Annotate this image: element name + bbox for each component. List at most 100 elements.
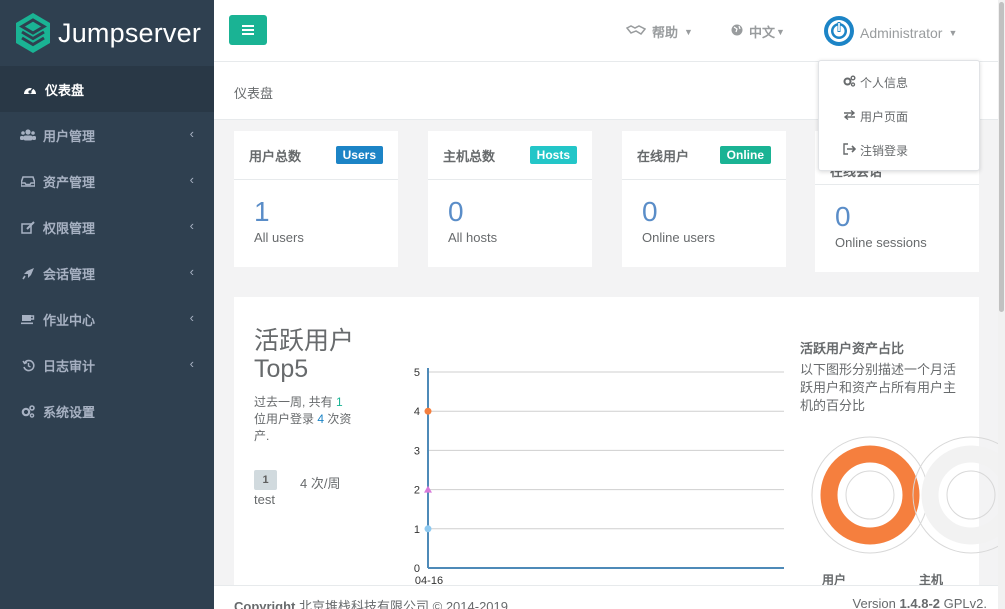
- username-label: Administrator: [860, 24, 943, 41]
- card-value: 1: [254, 196, 270, 227]
- caret-down-icon: ▼: [684, 26, 693, 37]
- scrollbar-thumb[interactable]: [999, 2, 1004, 312]
- sidebar-item-sessions[interactable]: 会话管理 ‹: [0, 250, 214, 296]
- panel-title: 活跃用户Top5: [254, 327, 355, 383]
- rocket-icon: [20, 267, 36, 280]
- chevron-left-icon: ‹: [189, 264, 194, 279]
- inbox-icon: [20, 175, 36, 187]
- user-menu[interactable]: Administrator ▼: [824, 16, 957, 49]
- chevron-left-icon: ‹: [189, 218, 194, 233]
- data-point: [424, 525, 432, 533]
- rank-count: 4 次/周: [300, 476, 341, 491]
- language-label: 中文: [749, 25, 776, 40]
- dropdown-item-label: 个人信息: [860, 75, 909, 90]
- desc-users-count: 1: [336, 395, 343, 409]
- language-menu[interactable]: 中文 ▼: [731, 22, 785, 41]
- desc-mid: 位用户登录: [254, 412, 315, 426]
- footer-version: Version 1.4.8-2 GPLv2.: [853, 596, 987, 609]
- copyright-text: 北京堆栈科技有限公司 © 2014-2019: [299, 599, 508, 609]
- chevron-left-icon: ‹: [189, 310, 194, 325]
- card-title: 在线用户: [637, 148, 690, 164]
- card-value: 0: [835, 201, 851, 232]
- bars-icon: [242, 23, 254, 38]
- sidebar-item-settings[interactable]: 系统设置: [0, 388, 214, 434]
- status-badge: Users: [335, 146, 383, 164]
- sidebar-item-assets[interactable]: 资产管理 ‹: [0, 158, 214, 204]
- sidebar-item-users[interactable]: 用户管理 ‹: [0, 112, 214, 158]
- card-value: 0: [642, 196, 658, 227]
- edit-icon: [20, 220, 36, 234]
- sidebar-item-label: 用户管理: [43, 128, 96, 144]
- stat-card-users: 用户总数 Users 1 All users: [234, 131, 398, 267]
- sidebar-item-permissions[interactable]: 权限管理 ‹: [0, 204, 214, 250]
- top-navbar: 帮助 ▼ 中文 ▼ Administrator ▼: [214, 0, 1005, 62]
- page-footer: Copyright 北京堆栈科技有限公司 © 2014-2019 Version…: [214, 585, 1005, 609]
- sidebar-toggle-button[interactable]: [229, 15, 267, 45]
- caret-down-icon: ▼: [776, 26, 785, 37]
- coffee-icon: [20, 313, 36, 325]
- cogs-icon: [20, 404, 36, 418]
- desc-prefix: 过去一周, 共有: [254, 395, 333, 409]
- brand-logo[interactable]: Jumpserver: [0, 0, 214, 66]
- y-tick-label: 3: [414, 445, 420, 457]
- jumpserver-logo-icon: [16, 13, 50, 53]
- dropdown-item-label: 注销登录: [860, 143, 909, 158]
- globe-icon: [731, 24, 743, 39]
- activity-line-chart: 01234504-16: [414, 367, 784, 587]
- sidebar-item-audit[interactable]: 日志审计 ‹: [0, 342, 214, 388]
- card-subtitle: All hosts: [448, 230, 498, 245]
- user-dropdown-menu: 个人信息 用户页面 注销登录: [818, 60, 980, 171]
- sidebar-item-label: 日志审计: [43, 358, 96, 374]
- stat-card-hosts: 主机总数 Hosts 0 All hosts: [428, 131, 592, 267]
- active-users-panel: 活跃用户Top5 过去一周, 共有 1 位用户登录 4 次资产. 1 4 次/周…: [234, 297, 999, 587]
- panel-description: 过去一周, 共有 1 位用户登录 4 次资产.: [254, 394, 354, 445]
- y-tick-label: 2: [414, 485, 420, 497]
- copyright-label: Copyright: [234, 599, 296, 609]
- help-menu[interactable]: 帮助 ▼: [625, 22, 693, 41]
- sidebar-item-label: 作业中心: [43, 312, 96, 328]
- users-icon: [20, 129, 36, 141]
- version-number: 1.4.8-2: [899, 596, 941, 609]
- status-badge: Online: [719, 146, 771, 164]
- card-title: 主机总数: [443, 148, 496, 164]
- pie-description: 以下图形分别描述一个月活跃用户和资产占所有用户主机的百分比: [800, 362, 957, 413]
- card-subtitle: Online users: [642, 230, 715, 245]
- sidebar: Jumpserver 仪表盘 用户管理 ‹ 资产管理 ‹ 权限管理 ‹ 会话管理…: [0, 0, 214, 609]
- sign-out-icon: [843, 142, 857, 158]
- dropdown-item-user-page[interactable]: 用户页面: [819, 99, 979, 133]
- desc-assets-count: 4: [317, 412, 325, 426]
- brand-name: Jumpserver: [58, 17, 202, 48]
- sidebar-item-jobs[interactable]: 作业中心 ‹: [0, 296, 214, 342]
- pie-title: 活跃用户资产占比: [800, 341, 905, 356]
- dropdown-item-profile[interactable]: 个人信息: [819, 65, 979, 99]
- card-subtitle: All users: [254, 230, 304, 245]
- caret-down-icon: ▼: [948, 27, 958, 38]
- status-badge: Hosts: [529, 146, 577, 164]
- license-label: GPLv2.: [943, 596, 987, 609]
- data-point: [424, 407, 432, 415]
- dropdown-item-logout[interactable]: 注销登录: [819, 133, 979, 167]
- sidebar-item-label: 仪表盘: [45, 82, 85, 98]
- card-value: 0: [448, 196, 464, 227]
- exchange-icon: [843, 109, 856, 123]
- dashboard-icon: [22, 83, 38, 95]
- chevron-left-icon: ‹: [189, 126, 194, 141]
- chevron-left-icon: ‹: [189, 172, 194, 187]
- y-tick-label: 0: [414, 563, 420, 575]
- avatar: [824, 16, 854, 49]
- card-title: 用户总数: [249, 148, 302, 164]
- stat-card-online-users: 在线用户 Online 0 Online users: [622, 131, 786, 267]
- help-label: 帮助: [652, 25, 679, 40]
- handshake-icon: [625, 24, 647, 39]
- sidebar-item-label: 资产管理: [43, 174, 96, 190]
- asset-ratio-donut-charts: [811, 436, 999, 554]
- y-tick-label: 5: [414, 367, 420, 379]
- sidebar-item-label: 权限管理: [43, 220, 96, 236]
- rank-username: test: [254, 492, 275, 507]
- page-scrollbar[interactable]: [998, 0, 1005, 609]
- sidebar-item-label: 会话管理: [43, 266, 96, 282]
- sidebar-item-dashboard[interactable]: 仪表盘: [0, 66, 214, 112]
- history-icon: [20, 359, 36, 372]
- host-ratio-donut: [921, 445, 999, 545]
- y-tick-label: 1: [414, 524, 420, 536]
